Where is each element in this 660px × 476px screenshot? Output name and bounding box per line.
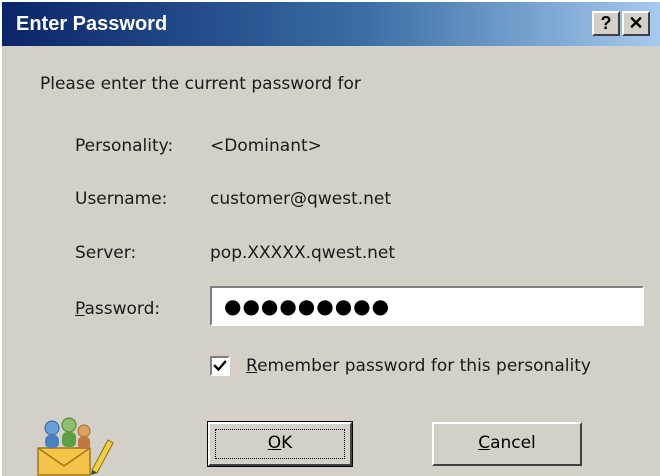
- title-bar[interactable]: Enter Password ? ✕: [2, 2, 660, 46]
- ok-button[interactable]: OK: [207, 421, 353, 467]
- help-icon: ?: [600, 13, 612, 33]
- remember-password-checkbox[interactable]: [210, 356, 230, 376]
- remember-label-rest: emember password for this personality: [257, 356, 591, 376]
- server-value: pop.XXXXX.qwest.net: [210, 243, 395, 263]
- remember-label-accel: R: [246, 356, 258, 376]
- password-field[interactable]: ●●●●●●●●●: [210, 286, 644, 326]
- users-mail-icon: [36, 416, 116, 476]
- remember-password-label[interactable]: Remember password for this personality: [246, 355, 591, 377]
- checkmark-icon: [213, 360, 227, 372]
- personality-value: <Dominant>: [210, 136, 322, 156]
- password-label-rest: assword:: [84, 299, 161, 319]
- help-button[interactable]: ?: [592, 11, 620, 36]
- personality-label: Personality:: [75, 136, 174, 156]
- server-label: Server:: [75, 243, 137, 263]
- dialog-title: Enter Password: [16, 13, 168, 35]
- password-value: ●●●●●●●●●: [224, 294, 391, 318]
- close-icon: ✕: [628, 13, 644, 33]
- ok-focus-ring: [215, 429, 345, 459]
- cancel-label-accel: C: [478, 433, 491, 453]
- username-value: customer@qwest.net: [210, 189, 392, 209]
- cancel-label-rest: ancel: [490, 433, 536, 453]
- intro-text: Please enter the current password for: [40, 74, 361, 94]
- password-label: Password:: [75, 298, 160, 320]
- close-button[interactable]: ✕: [622, 11, 650, 36]
- cancel-button[interactable]: Cancel: [432, 422, 582, 466]
- username-label: Username:: [75, 189, 168, 209]
- enter-password-dialog: Enter Password ? ✕ Please enter the curr…: [0, 0, 660, 476]
- password-label-accel: P: [75, 299, 85, 319]
